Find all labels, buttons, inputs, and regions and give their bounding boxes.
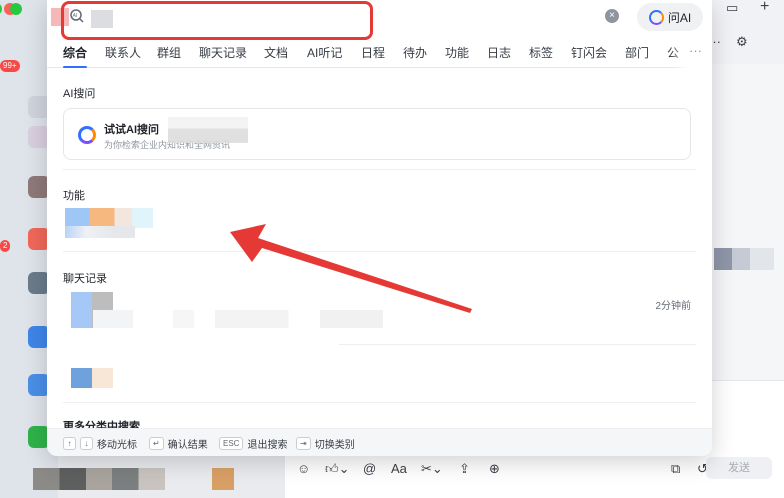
feature-result-item[interactable] — [63, 206, 691, 242]
arrow-up-key-icon: ↑ — [63, 437, 76, 450]
send-button[interactable]: 发送 — [706, 457, 772, 479]
section-divider — [339, 344, 696, 345]
tab-departments[interactable]: 部门 — [625, 44, 649, 68]
thumbs-up-icon[interactable]: 👍︎⌄ — [325, 461, 349, 477]
hint-move-cursor: ↑ ↓ 移动光标 — [63, 436, 137, 451]
blurred-content — [168, 117, 248, 143]
add-circle-icon[interactable]: ⊕ — [489, 461, 500, 477]
global-search-modal: AI × 问AI 综合 联系人 群组 聊天记录 文档 AI听记 日程 待办 功能… — [47, 0, 712, 456]
tab-features[interactable]: 功能 — [445, 44, 469, 68]
section-title-features: 功能 — [63, 190, 85, 202]
emoji-icon[interactable]: ☺ — [297, 461, 310, 476]
keyboard-hints-bar: ↑ ↓ 移动光标 ↵ 确认结果 ESC 退出搜索 ⇥ 切换类别 — [47, 428, 712, 456]
tab-ai-notes[interactable]: AI听记 — [307, 44, 342, 68]
esc-key-icon: ESC — [219, 437, 244, 450]
chat-record-time: 2分钟前 — [655, 301, 691, 312]
blurred-content — [173, 310, 383, 328]
enter-key-icon: ↵ — [149, 437, 164, 450]
maximize-window-button[interactable] — [10, 3, 22, 15]
blurred-feature — [65, 208, 153, 228]
tab-flash-meeting[interactable]: 钉闪会 — [571, 44, 607, 68]
unread-badge: 2 — [0, 240, 11, 252]
settings-gear-icon[interactable]: ⚙ — [736, 34, 748, 50]
search-bar: AI × 问AI — [47, 0, 712, 40]
ai-card-title: 试试AI搜问 — [104, 124, 159, 136]
mention-icon[interactable]: @ — [363, 461, 376, 476]
section-divider — [63, 169, 696, 170]
tab-contacts[interactable]: 联系人 — [105, 44, 141, 68]
scissors-icon[interactable]: ✂⌄ — [421, 461, 443, 477]
hint-confirm: ↵ 确认结果 — [149, 436, 208, 451]
blurred-feature — [65, 226, 135, 238]
upload-icon[interactable]: ⇪ — [459, 461, 470, 477]
tab-overview[interactable]: 综合 — [63, 44, 88, 68]
tab-groups[interactable]: 群组 — [157, 44, 181, 68]
tab-chat-records[interactable]: 聊天记录 — [199, 44, 247, 68]
blurred-content — [714, 248, 774, 270]
tab-key-icon: ⇥ — [296, 437, 311, 450]
section-divider — [63, 402, 696, 403]
ai-search-card[interactable]: 试试AI搜问 为你检索企业内知识和全网资讯 — [63, 108, 691, 160]
blurred-content — [212, 468, 234, 490]
window-toolbar: ▭ + ··· ⚙ — [708, 0, 784, 64]
chat-record-item[interactable] — [63, 290, 691, 342]
ai-logo-icon — [78, 126, 96, 144]
ask-ai-button[interactable]: 问AI — [637, 3, 703, 31]
hint-label: 移动光标 — [97, 440, 137, 451]
hint-label: 确认结果 — [167, 440, 208, 451]
more-tabs-icon[interactable]: ··· — [672, 40, 712, 68]
tab-todo[interactable]: 待办 — [403, 44, 427, 68]
section-title-chat-records: 聊天记录 — [63, 273, 107, 285]
hint-switch-category: ⇥ 切换类别 — [296, 436, 355, 451]
font-format-icon[interactable]: Aa — [391, 461, 407, 476]
screen-share-icon[interactable]: ▭ — [726, 0, 738, 16]
tab-tags[interactable]: 标签 — [529, 44, 553, 68]
chat-record-item[interactable] — [63, 366, 691, 390]
zoom-window-button[interactable] — [0, 3, 2, 15]
section-divider — [63, 251, 696, 252]
blurred-avatar — [71, 368, 113, 388]
blurred-content — [93, 310, 133, 328]
ai-logo-icon — [648, 9, 664, 25]
tab-documents[interactable]: 文档 — [264, 44, 288, 68]
ask-ai-label: 问AI — [667, 10, 692, 25]
search-category-tabs: 综合 联系人 群组 聊天记录 文档 AI听记 日程 待办 功能 日志 标签 钉闪… — [47, 40, 712, 68]
hint-label: 退出搜索 — [247, 440, 288, 451]
hint-exit-search: ESC 退出搜索 — [219, 436, 287, 451]
hint-label: 切换类别 — [314, 440, 355, 451]
tab-logs[interactable]: 日志 — [487, 44, 511, 68]
arrow-down-key-icon: ↓ — [80, 437, 93, 450]
add-icon[interactable]: + — [760, 0, 769, 16]
section-title-ai-search: AI搜问 — [63, 88, 96, 100]
unread-badge: 99+ — [0, 60, 20, 72]
blurred-content — [33, 468, 165, 490]
record-icon[interactable]: ⧉ — [671, 461, 680, 477]
tab-calendar[interactable]: 日程 — [361, 44, 385, 68]
search-input-highlight-box — [61, 1, 373, 40]
clear-search-icon[interactable]: × — [605, 9, 619, 23]
